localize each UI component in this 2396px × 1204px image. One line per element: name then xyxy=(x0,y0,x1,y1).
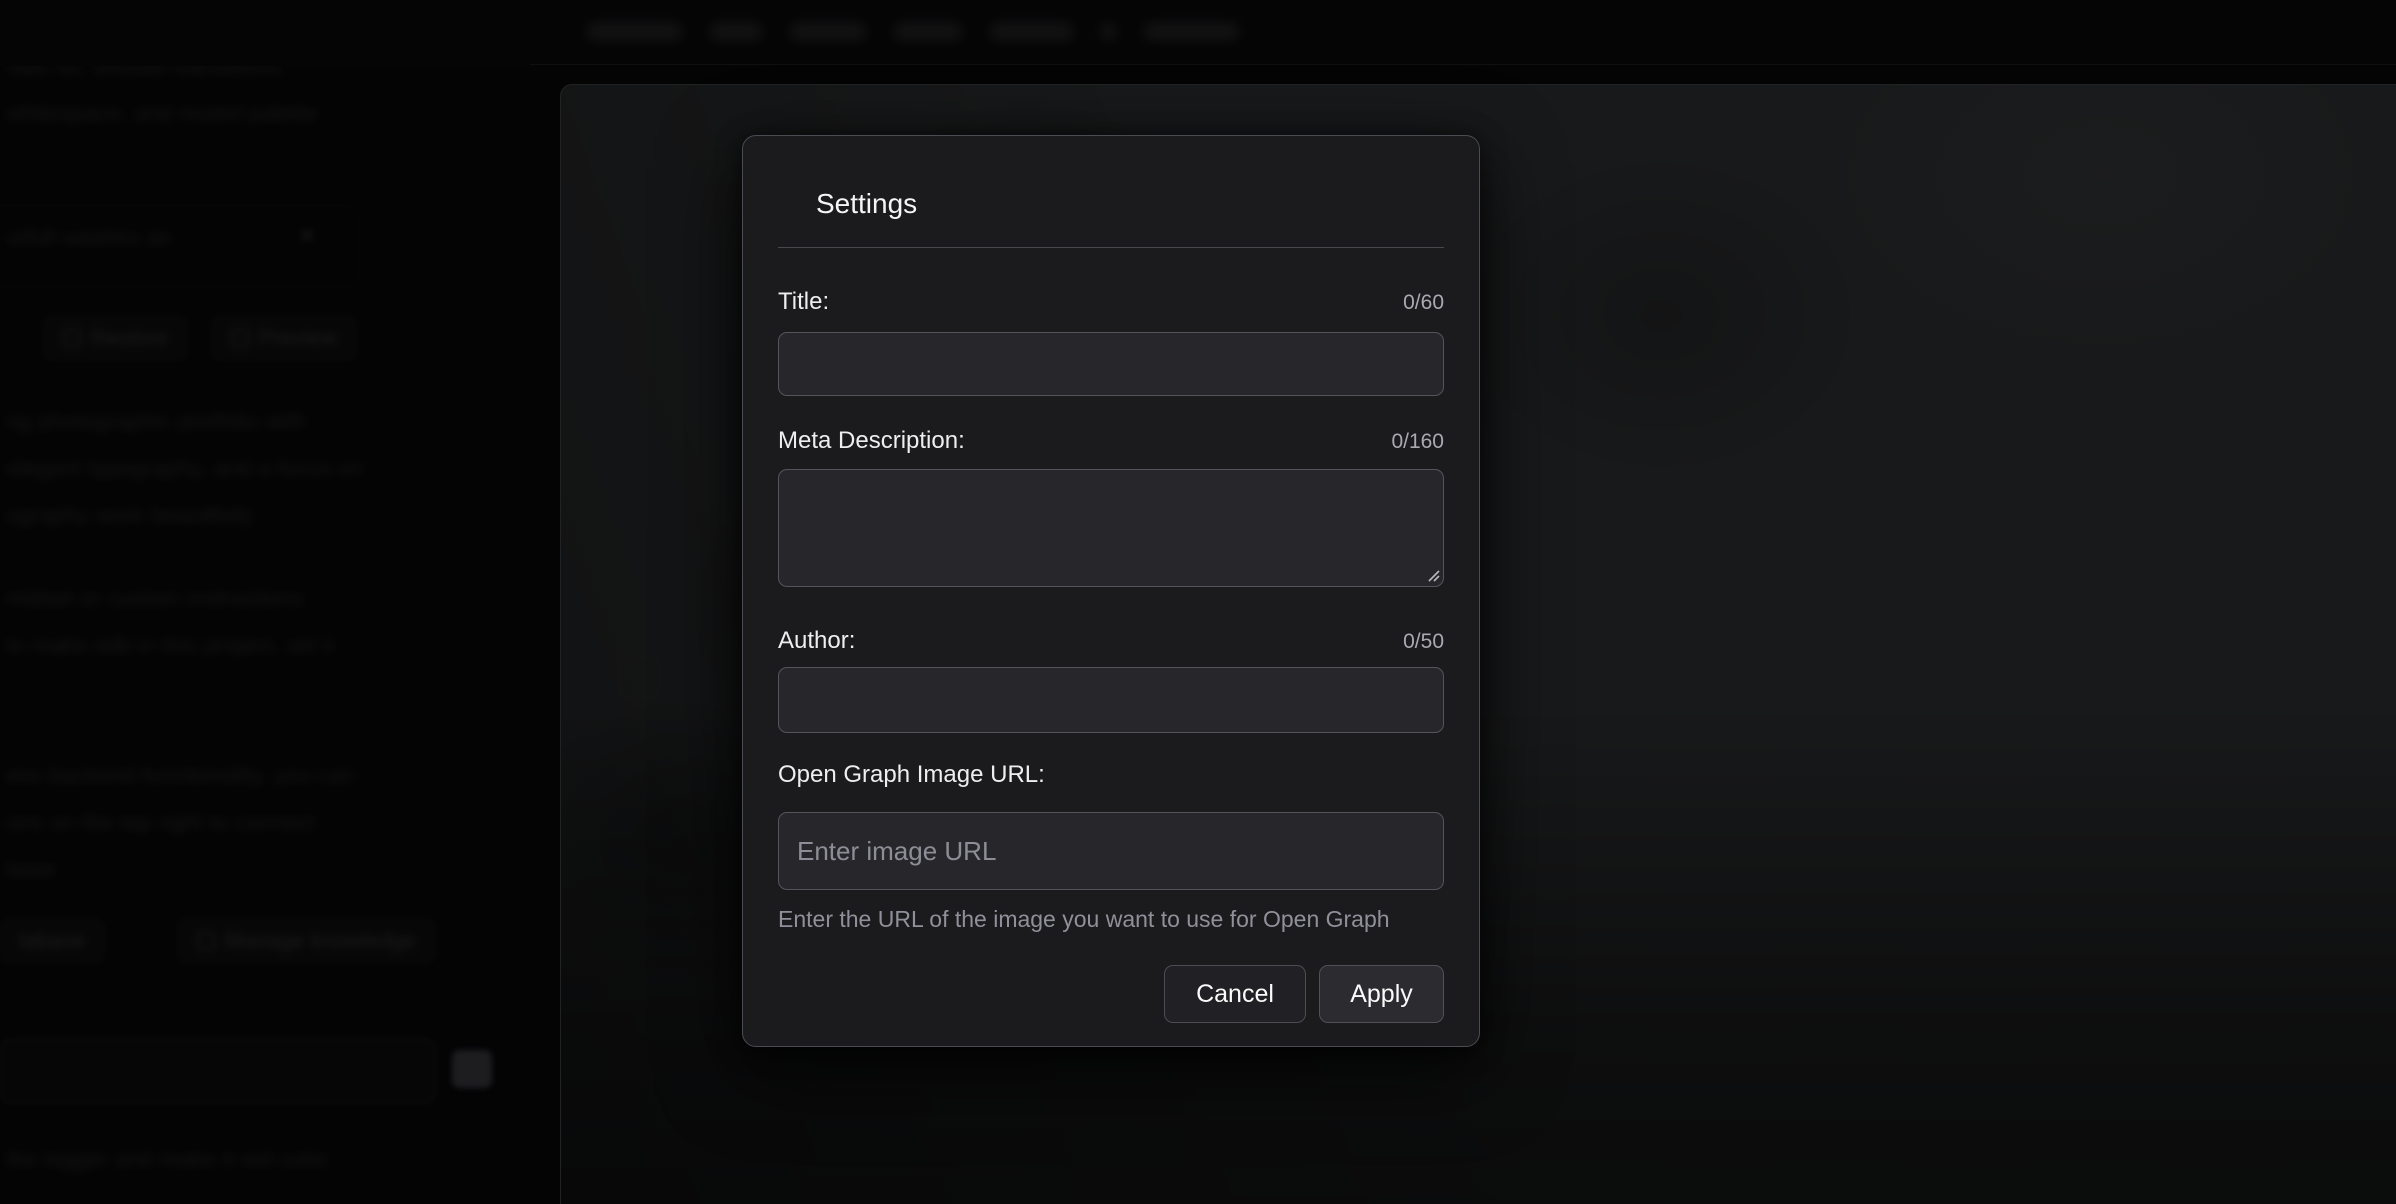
author-char-counter: 0/50 xyxy=(1403,630,1444,654)
chat-message-line: elegant typography, and a focus on xyxy=(6,455,364,482)
settings-modal: Settings Title: 0/60 Meta Description: 0… xyxy=(742,135,1480,1047)
knowledge-icon xyxy=(197,932,215,950)
title-char-counter: 0/60 xyxy=(1403,291,1444,315)
nav-ghost-item xyxy=(1100,22,1117,41)
chat-message-line: whitespace, and muted palette xyxy=(6,100,318,127)
chat-message-line: midset or custom instructions xyxy=(6,585,304,612)
og-image-url-label: Open Graph Image URL: xyxy=(778,761,1045,789)
chat-message-line: the logger and make it red color xyxy=(6,1146,329,1173)
nav-ghost-item xyxy=(1143,22,1240,41)
database-button[interactable]: tabase xyxy=(0,919,104,963)
header-divider xyxy=(530,64,2396,65)
author-label: Author: xyxy=(778,627,855,655)
close-icon[interactable]: ✕ xyxy=(297,222,317,251)
og-image-url-help-text: Enter the URL of the image you want to u… xyxy=(778,906,1444,933)
nav-ghost-item xyxy=(989,22,1074,41)
nav-ghost-item xyxy=(586,22,683,41)
apply-button[interactable]: Apply xyxy=(1319,965,1444,1023)
chat-input[interactable] xyxy=(0,1038,436,1104)
top-bar xyxy=(0,0,2396,66)
meta-description-label: Meta Description: xyxy=(778,427,965,455)
send-button[interactable] xyxy=(452,1050,492,1088)
title-label: Title: xyxy=(778,288,829,316)
modal-divider xyxy=(778,247,1444,248)
chat-message-line: ography work beautifully xyxy=(6,502,254,529)
version-card-title: urfull washes an xyxy=(6,224,172,251)
nav-ghost-item xyxy=(789,22,867,41)
og-image-url-input[interactable] xyxy=(778,812,1444,890)
chat-message-line: hais no, smooth transitions, xyxy=(6,66,286,81)
cancel-button[interactable]: Cancel xyxy=(1164,965,1306,1023)
chat-sidebar: hais no, smooth transitions, whitespace,… xyxy=(0,66,545,1204)
top-nav-ghost-items xyxy=(586,22,1240,41)
preview-button[interactable]: Preview xyxy=(212,316,356,360)
panel-ghost-control xyxy=(620,658,660,698)
restore-button[interactable]: Restore xyxy=(44,316,187,360)
preview-grid-icon xyxy=(231,329,249,347)
author-input[interactable] xyxy=(778,667,1444,733)
chat-message-line: to make edit in this project, set it xyxy=(6,632,335,659)
manage-knowledge-button[interactable]: Manage knowledge xyxy=(178,919,435,963)
restore-icon xyxy=(63,329,81,347)
nav-ghost-item xyxy=(709,22,763,41)
chat-message-line: ons on the top right to connect xyxy=(6,809,315,836)
nav-ghost-item xyxy=(893,22,963,41)
chat-message-line: ng photographic portfolio with xyxy=(6,408,306,435)
chat-message-line: base xyxy=(6,856,56,883)
meta-description-char-counter: 0/160 xyxy=(1391,430,1444,454)
meta-description-textarea[interactable] xyxy=(778,469,1444,587)
modal-title: Settings xyxy=(778,188,1444,220)
chat-message-line: ess backend functionality, you can xyxy=(6,762,355,789)
title-input[interactable] xyxy=(778,332,1444,396)
